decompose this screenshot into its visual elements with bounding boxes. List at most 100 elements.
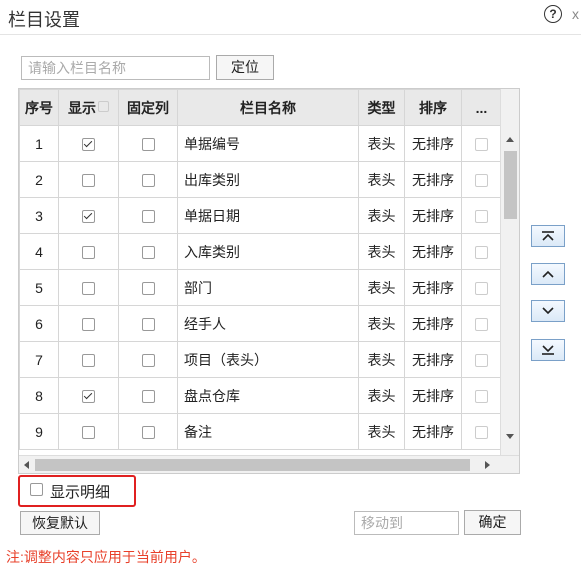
- header-name: 栏目名称: [177, 89, 359, 126]
- row-sort[interactable]: 无排序: [404, 305, 462, 342]
- vertical-scroll-thumb[interactable]: [504, 151, 517, 219]
- more-checkbox[interactable]: [475, 174, 488, 188]
- show-checkbox[interactable]: [82, 390, 95, 404]
- row-sort[interactable]: 无排序: [404, 161, 462, 198]
- horizontal-scroll-thumb[interactable]: [35, 459, 470, 471]
- fixed-column-checkbox[interactable]: [141, 426, 155, 440]
- header-sort: 排序: [404, 89, 462, 126]
- fixed-column-checkbox[interactable]: [141, 246, 155, 260]
- confirm-button[interactable]: 确定: [464, 510, 521, 535]
- help-icon[interactable]: ?: [544, 5, 562, 23]
- more-checkbox[interactable]: [475, 354, 488, 368]
- show-checkbox[interactable]: [82, 246, 95, 260]
- row-type: 表头: [358, 125, 405, 162]
- table-row[interactable]: 6 经手人 表头 无排序: [19, 305, 502, 342]
- row-column-name: 经手人: [177, 305, 359, 342]
- header-type: 类型: [358, 89, 405, 126]
- move-up-button[interactable]: [531, 263, 565, 285]
- fixed-column-checkbox[interactable]: [141, 174, 155, 188]
- row-sort[interactable]: 无排序: [404, 377, 462, 414]
- show-checkbox[interactable]: [82, 282, 95, 296]
- row-more-cell: [461, 377, 502, 414]
- dialog-title: 栏目设置: [8, 10, 80, 30]
- row-show-cell: [58, 341, 119, 378]
- show-checkbox[interactable]: [82, 174, 95, 188]
- scroll-right-icon[interactable]: [485, 461, 490, 469]
- fixed-column-checkbox[interactable]: [141, 318, 155, 332]
- row-fixed-cell: [118, 197, 178, 234]
- row-type: 表头: [358, 377, 405, 414]
- more-checkbox[interactable]: [475, 390, 488, 404]
- table-row[interactable]: 7 项目（表头） 表头 无排序: [19, 341, 502, 378]
- header-seq: 序号: [19, 89, 59, 126]
- fixed-column-checkbox[interactable]: [141, 354, 155, 368]
- more-checkbox[interactable]: [475, 246, 488, 260]
- row-fixed-cell: [118, 161, 178, 198]
- row-show-cell: [58, 125, 119, 162]
- show-checkbox[interactable]: [82, 210, 95, 224]
- row-show-cell: [58, 197, 119, 234]
- row-seq: 6: [19, 305, 59, 342]
- row-column-name: 部门: [177, 269, 359, 306]
- row-type: 表头: [358, 233, 405, 270]
- row-sort[interactable]: 无排序: [404, 125, 462, 162]
- more-checkbox[interactable]: [475, 138, 488, 152]
- scroll-down-icon[interactable]: [506, 434, 514, 439]
- more-checkbox[interactable]: [475, 210, 488, 224]
- move-to-top-button[interactable]: [531, 225, 565, 247]
- move-to-input[interactable]: [354, 511, 459, 535]
- show-detail-checkbox[interactable]: [30, 483, 43, 496]
- row-seq: 4: [19, 233, 59, 270]
- row-seq: 5: [19, 269, 59, 306]
- row-seq: 3: [19, 197, 59, 234]
- reset-default-button[interactable]: 恢复默认: [20, 511, 100, 535]
- row-fixed-cell: [118, 413, 178, 450]
- close-icon[interactable]: x: [572, 6, 579, 22]
- locate-button[interactable]: 定位: [216, 55, 274, 80]
- table-header-row: 序号 显示 固定列 栏目名称 类型 排序 ...: [19, 89, 502, 126]
- header-more: ...: [461, 89, 502, 126]
- fixed-column-checkbox[interactable]: [141, 210, 155, 224]
- scroll-left-icon[interactable]: [24, 461, 29, 469]
- row-show-cell: [58, 269, 119, 306]
- row-fixed-cell: [118, 377, 178, 414]
- more-checkbox[interactable]: [475, 318, 488, 332]
- row-sort[interactable]: 无排序: [404, 413, 462, 450]
- row-sort[interactable]: 无排序: [404, 269, 462, 306]
- move-down-button[interactable]: [531, 300, 565, 322]
- show-checkbox[interactable]: [82, 138, 95, 152]
- header-show[interactable]: 显示: [58, 89, 119, 126]
- column-table: 序号 显示 固定列 栏目名称 类型 排序 ... 1 单据编号 表头 无排序 2 出库类别…: [19, 89, 502, 450]
- row-fixed-cell: [118, 341, 178, 378]
- move-to-bottom-button[interactable]: [531, 339, 565, 361]
- more-checkbox[interactable]: [475, 282, 488, 296]
- fixed-column-checkbox[interactable]: [141, 282, 155, 296]
- horizontal-scrollbar[interactable]: [19, 455, 519, 473]
- table-row[interactable]: 8 盘点仓库 表头 无排序: [19, 377, 502, 414]
- row-column-name: 项目（表头）: [177, 341, 359, 378]
- row-sort[interactable]: 无排序: [404, 233, 462, 270]
- row-sort[interactable]: 无排序: [404, 197, 462, 234]
- more-checkbox[interactable]: [475, 426, 488, 440]
- column-search-input[interactable]: [21, 56, 210, 80]
- table-row[interactable]: 5 部门 表头 无排序: [19, 269, 502, 306]
- row-show-cell: [58, 413, 119, 450]
- scroll-up-icon[interactable]: [506, 137, 514, 142]
- row-more-cell: [461, 197, 502, 234]
- table-row[interactable]: 3 单据日期 表头 无排序: [19, 197, 502, 234]
- row-sort[interactable]: 无排序: [404, 341, 462, 378]
- vertical-scrollbar[interactable]: [500, 89, 519, 455]
- show-checkbox[interactable]: [82, 318, 95, 332]
- row-column-name: 入库类别: [177, 233, 359, 270]
- row-show-cell: [58, 377, 119, 414]
- show-checkbox[interactable]: [82, 426, 95, 440]
- show-checkbox[interactable]: [82, 354, 95, 368]
- table-row[interactable]: 2 出库类别 表头 无排序: [19, 161, 502, 198]
- table-row[interactable]: 1 单据编号 表头 无排序: [19, 125, 502, 162]
- fixed-column-checkbox[interactable]: [141, 138, 155, 152]
- show-all-checkbox[interactable]: [98, 101, 109, 113]
- table-row[interactable]: 9 备注 表头 无排序: [19, 413, 502, 450]
- table-row[interactable]: 4 入库类别 表头 无排序: [19, 233, 502, 270]
- row-more-cell: [461, 413, 502, 450]
- fixed-column-checkbox[interactable]: [141, 390, 155, 404]
